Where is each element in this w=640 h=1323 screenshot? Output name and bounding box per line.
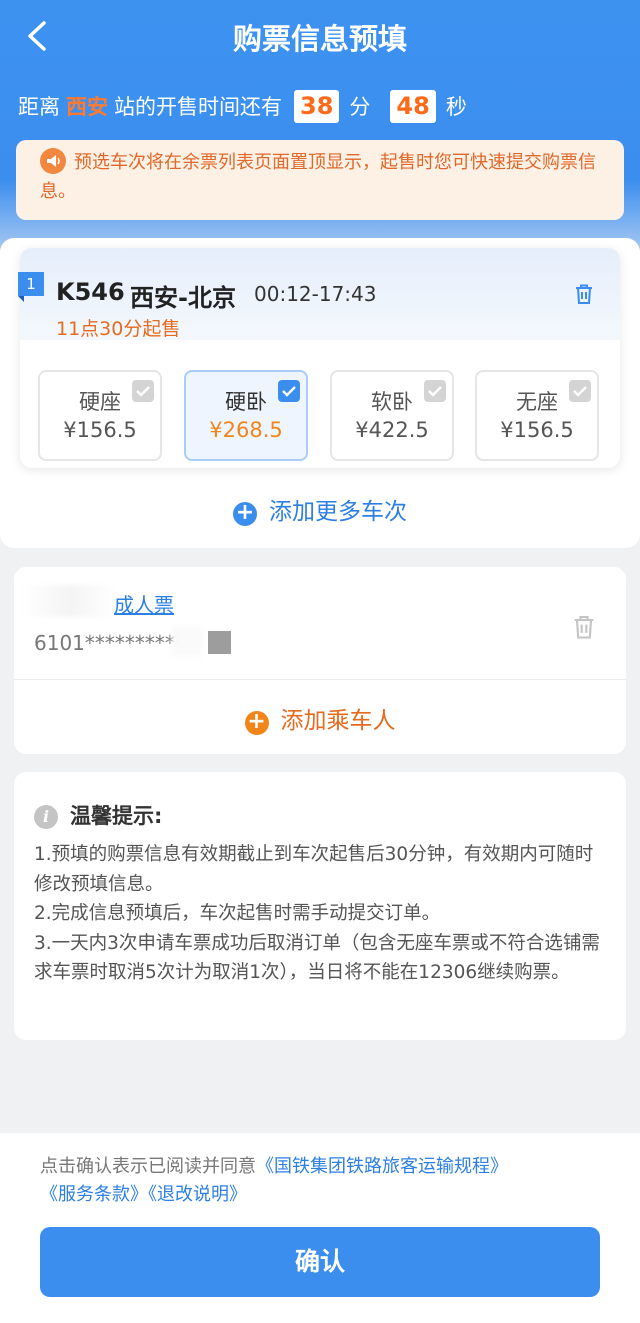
checkbox-icon	[424, 380, 446, 402]
megaphone-icon	[40, 148, 66, 174]
trash-icon	[576, 284, 592, 304]
checkbox-icon	[132, 380, 154, 402]
train-section: 1 K546 西安-北京 00:12-17:43 11点30分起售 硬座 ¥15…	[0, 238, 640, 548]
train-route: 西安-北京	[130, 284, 236, 312]
tips-card: i 温馨提示: 1.预填的购票信息有效期截止到车次起售后30分钟，有效期内可随时修…	[14, 772, 626, 1040]
agreement-prefix: 点击确认表示已阅读并同意	[40, 1156, 256, 1177]
nav-bar: 购票信息预填	[0, 0, 640, 72]
train-time: 00:12-17:43	[254, 282, 377, 306]
seat-option-hard-seat[interactable]: 硬座 ¥156.5	[38, 370, 162, 461]
countdown-middle: 站的开售时间还有	[114, 95, 282, 119]
notice-text: 预选车次将在余票列表页面置顶显示，起售时您可快速提交购票信息。	[40, 152, 596, 202]
seat-option-hard-sleeper[interactable]: 硬卧 ¥268.5	[184, 370, 308, 461]
add-passenger-button[interactable]: + 添加乘车人	[14, 701, 626, 735]
delete-train-button[interactable]	[572, 282, 596, 310]
tips-heading: i 温馨提示:	[34, 800, 162, 830]
notice-banner: 预选车次将在余票列表页面置顶显示，起售时您可快速提交购票信息。	[16, 140, 624, 220]
page-title: 购票信息预填	[232, 22, 407, 56]
sale-countdown: 距离 西安 站的开售时间还有 38 分 48 秒	[18, 88, 467, 124]
trash-icon	[574, 616, 594, 639]
regulation-link[interactable]: 《国铁集团铁路旅客运输规程》	[256, 1156, 508, 1177]
add-passenger-label: 添加乘车人	[280, 708, 396, 734]
train-index-badge: 1	[18, 272, 44, 302]
seat-price: ¥156.5	[63, 418, 137, 442]
add-train-label: 添加更多车次	[269, 499, 407, 525]
seconds-unit: 秒	[445, 95, 467, 119]
terms-link[interactable]: 《服务条款》	[40, 1184, 148, 1205]
tips-list: 1.预填的购票信息有效期截止到车次起售后30分钟，有效期内可随时修改预填信息。 …	[34, 840, 610, 988]
countdown-minutes: 38	[294, 89, 340, 123]
mosaic-mask	[208, 631, 231, 654]
train-number: K546	[56, 278, 125, 306]
info-icon: i	[34, 805, 58, 829]
ticket-type-link[interactable]: 成人票	[114, 589, 174, 618]
agreement-text: 点击确认表示已阅读并同意《国铁集团铁路旅客运输规程》 《服务条款》《退改说明》	[40, 1153, 600, 1209]
countdown-prefix: 距离	[18, 95, 60, 119]
countdown-seconds: 48	[390, 89, 436, 123]
add-train-button[interactable]: + 添加更多车次	[0, 492, 640, 526]
seat-price: ¥268.5	[209, 418, 283, 442]
minutes-unit: 分	[349, 95, 371, 119]
bottom-bar: 点击确认表示已阅读并同意《国铁集团铁路旅客运输规程》 《服务条款》《退改说明》 …	[0, 1133, 640, 1323]
blurred-id-part	[172, 627, 202, 657]
checkbox-checked-icon	[278, 380, 300, 402]
plus-circle-icon: +	[233, 502, 257, 526]
tip-item: 2.完成信息预填后，车次起售时需手动提交订单。	[34, 903, 441, 924]
tip-item: 3.一天内3次申请车票成功后取消订单（包含无座车票或不符合选铺需求车票时取消5次…	[34, 932, 600, 984]
refund-policy-link[interactable]: 《退改说明》	[148, 1184, 247, 1205]
seat-option-no-seat[interactable]: 无座 ¥156.5	[475, 370, 599, 461]
train-card: 1 K546 西安-北京 00:12-17:43 11点30分起售 硬座 ¥15…	[18, 248, 620, 468]
checkbox-icon	[569, 380, 591, 402]
plus-circle-icon: +	[244, 711, 269, 735]
passenger-card: 成人票 6101*********** + 添加乘车人	[14, 567, 626, 754]
sale-time: 11点30分起售	[56, 318, 181, 340]
departure-station: 西安	[66, 95, 108, 119]
seat-price: ¥156.5	[500, 418, 574, 442]
divider	[14, 679, 626, 680]
tips-title: 温馨提示:	[70, 804, 163, 828]
confirm-button[interactable]: 确认	[40, 1227, 600, 1297]
seat-option-soft-sleeper[interactable]: 软卧 ¥422.5	[330, 370, 454, 461]
tip-item: 1.预填的购票信息有效期截止到车次起售后30分钟，有效期内可随时修改预填信息。	[34, 844, 594, 895]
id-number: 6101***********	[34, 631, 195, 655]
delete-passenger-button[interactable]	[570, 613, 598, 645]
blurred-passenger-name	[22, 585, 117, 617]
seat-price: ¥422.5	[355, 418, 429, 442]
